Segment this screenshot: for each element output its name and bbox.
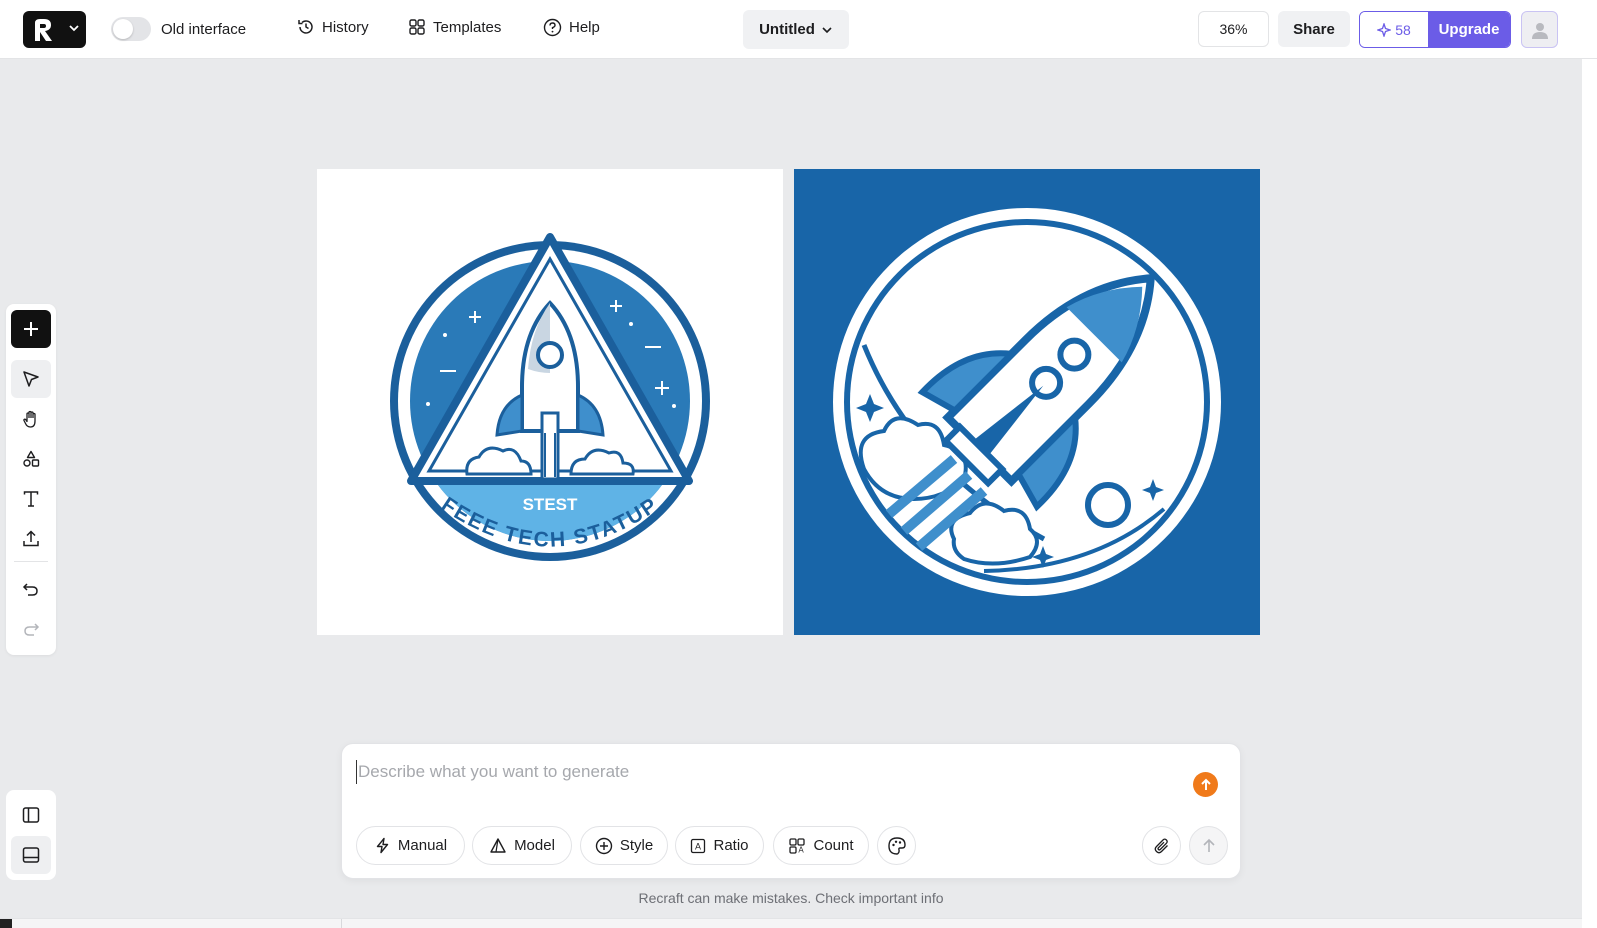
paperclip-icon [1154, 838, 1168, 853]
svg-text:A: A [695, 841, 701, 851]
manual-label: Manual [397, 837, 448, 854]
ratio-button[interactable]: A Ratio [675, 826, 764, 865]
history-label: History [322, 18, 369, 36]
manual-button[interactable]: Manual [356, 826, 465, 865]
rocket-circle-logo [794, 169, 1260, 635]
templates-button[interactable]: Templates [408, 18, 501, 36]
disclaimer-text: Recraft can make mistakes. Check importa… [638, 890, 944, 906]
add-button[interactable] [11, 310, 51, 348]
history-icon [298, 20, 313, 34]
generated-image-1[interactable]: STEST FEEE TECH STATUP [317, 169, 783, 635]
shapes-icon [23, 450, 40, 467]
credits-count: 58 [1395, 21, 1411, 38]
svg-text:A: A [799, 845, 805, 854]
toggle-switch[interactable] [111, 17, 151, 41]
arrow-up-icon [1202, 838, 1215, 852]
bottom-panel-toggle[interactable] [11, 836, 51, 874]
sparkle-icon [1377, 22, 1392, 37]
avatar[interactable] [1521, 11, 1558, 48]
ratio-icon: A [691, 838, 706, 853]
corner-marker [0, 919, 12, 928]
generate-button[interactable] [1189, 826, 1228, 865]
undo-button[interactable] [11, 570, 51, 608]
rocket-badge-logo: STEST FEEE TECH STATUP [390, 233, 710, 561]
palette-icon [887, 836, 906, 855]
text-icon [23, 491, 39, 507]
templates-label: Templates [433, 18, 502, 36]
badge-top-text: STEST [523, 495, 578, 514]
style-button[interactable]: Style [580, 826, 668, 865]
history-button[interactable]: History [297, 18, 369, 36]
panel-toggles [6, 790, 56, 880]
templates-icon [409, 19, 425, 35]
arrow-up-icon [1200, 778, 1211, 790]
model-button[interactable]: Model [472, 826, 572, 865]
sidebar-toggle[interactable] [11, 796, 51, 834]
style-label: Style [619, 837, 654, 854]
undo-icon [22, 583, 38, 596]
count-button[interactable]: A Count [773, 826, 869, 865]
user-icon [1531, 22, 1548, 39]
upload-icon [23, 530, 39, 547]
help-label: Help [569, 19, 600, 36]
text-tool[interactable] [11, 480, 51, 518]
shapes-tool[interactable] [11, 440, 51, 478]
credits-button[interactable]: 58 [1360, 12, 1428, 47]
strip-divider [341, 919, 342, 928]
prompt-input[interactable] [356, 760, 1176, 784]
redo-icon [24, 623, 40, 636]
project-title-dropdown[interactable]: Untitled [743, 10, 849, 49]
upgrade-button[interactable]: Upgrade [1428, 12, 1510, 47]
palette-button[interactable] [877, 826, 916, 865]
bottom-strip [0, 918, 1582, 928]
model-icon [490, 837, 506, 853]
count-label: Count [813, 837, 854, 854]
toolbar-divider [14, 561, 48, 562]
hand-icon [23, 410, 36, 428]
lightning-icon [376, 837, 389, 854]
count-icon: A [789, 837, 806, 854]
select-icon [23, 371, 39, 387]
add-icon [24, 322, 38, 336]
generated-image-2[interactable] [794, 169, 1260, 635]
top-bar: Old interface History Templates Help Unt… [0, 0, 1597, 59]
notification-button[interactable] [1193, 772, 1218, 797]
toggle-label: Old interface [161, 20, 247, 38]
sidebar-icon [22, 807, 40, 823]
share-button[interactable]: Share [1278, 11, 1350, 47]
old-interface-toggle[interactable]: Old interface [111, 17, 246, 41]
project-title: Untitled [759, 21, 815, 38]
attach-button[interactable] [1142, 826, 1181, 865]
hand-tool[interactable] [11, 400, 51, 438]
prompt-panel: Manual Model Style A Ratio A Count [341, 743, 1241, 879]
chevron-down-icon [69, 25, 79, 32]
model-label: Model [514, 837, 555, 854]
logo-menu-button[interactable] [23, 11, 86, 48]
zoom-level-button[interactable]: 36% [1198, 11, 1269, 47]
recraft-logo-icon [35, 18, 52, 41]
help-icon [543, 18, 562, 37]
credits-upgrade-group: 58 Upgrade [1359, 11, 1511, 48]
bottom-panel-icon [22, 847, 40, 863]
ratio-label: Ratio [713, 837, 749, 854]
help-button[interactable]: Help [543, 18, 600, 37]
chevron-down-icon [822, 26, 832, 33]
select-tool[interactable] [11, 360, 51, 398]
plus-circle-icon [595, 837, 613, 854]
upload-tool[interactable] [11, 520, 51, 558]
scrollbar-gutter [1582, 59, 1597, 928]
left-toolbar [6, 304, 56, 655]
redo-button[interactable] [11, 610, 51, 648]
